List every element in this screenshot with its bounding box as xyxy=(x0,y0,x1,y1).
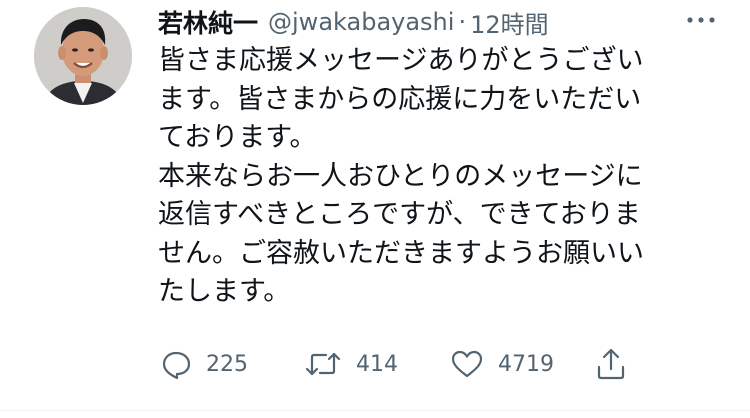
tweet-text-line: たします。 xyxy=(158,276,291,307)
tweet[interactable]: 若林純一 @jwakabayashi · 12時間 皆さま応援メッセージありがと… xyxy=(0,0,750,418)
retweet-button[interactable]: 414 xyxy=(304,344,398,384)
separator-dot: · xyxy=(458,8,467,36)
like-button[interactable]: 4719 xyxy=(450,344,554,384)
retweet-icon xyxy=(304,348,342,380)
tweet-text-line: ます。皆さまからの応援に力をいただい xyxy=(158,83,642,115)
like-count: 4719 xyxy=(498,351,554,377)
share-button[interactable] xyxy=(594,344,628,384)
author-name[interactable]: 若林純一 xyxy=(158,4,258,40)
heart-icon xyxy=(450,348,484,380)
reply-button[interactable]: 225 xyxy=(160,344,248,384)
tweet-actions: 225 414 4719 xyxy=(0,340,750,388)
timestamp[interactable]: 12時間 xyxy=(470,5,549,40)
avatar[interactable] xyxy=(34,7,132,105)
tweet-text-line: 皆さま応援メッセージありがとうござい xyxy=(158,45,644,76)
divider xyxy=(0,410,750,411)
tweet-text-line: 返信すべきところですが、できておりま xyxy=(158,199,641,230)
retweet-count: 414 xyxy=(356,351,398,377)
tweet-text-line: せん。ご容赦いただきますようお願いい xyxy=(158,237,644,269)
share-icon xyxy=(594,347,628,381)
author-handle[interactable]: @jwakabayashi xyxy=(268,8,454,36)
reply-icon xyxy=(160,348,192,380)
reply-count: 225 xyxy=(206,351,248,377)
tweet-text-line: ております。 xyxy=(158,122,317,153)
tweet-header: 若林純一 @jwakabayashi · 12時間 xyxy=(158,4,549,40)
tweet-text: 皆さま応援メッセージありがとうござい ます。皆さまからの応援に力をいただい てお… xyxy=(158,42,718,312)
more-options-icon[interactable] xyxy=(684,6,718,34)
tweet-text-line: 本来ならお一人おひとりのメッセージに xyxy=(158,160,643,192)
